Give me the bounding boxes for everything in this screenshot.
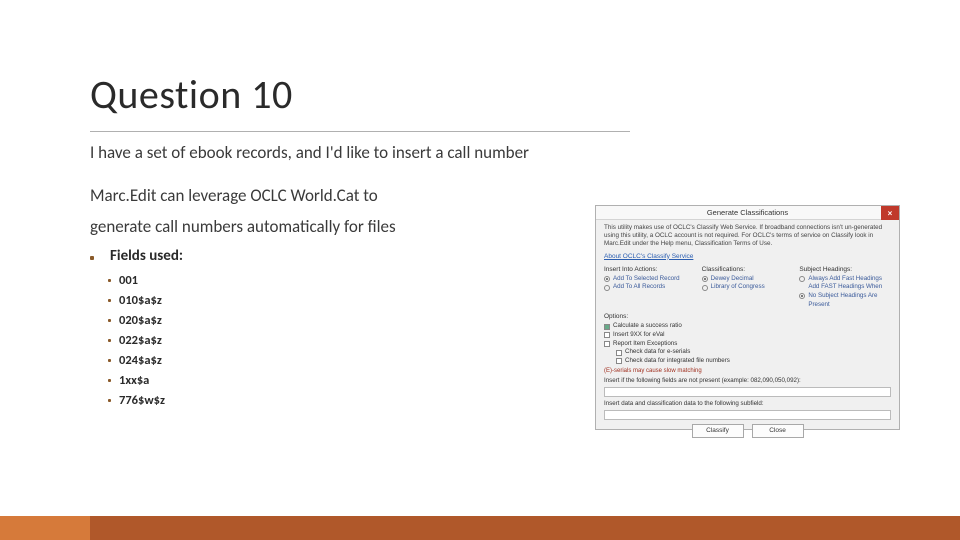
check-success-ratio[interactable]: Calculate a success ratio — [604, 322, 891, 331]
classifications-label: Classifications: — [702, 266, 794, 273]
check-integrated[interactable]: Check data for integrated file numbers — [616, 357, 891, 366]
title-divider — [90, 131, 630, 132]
insert-actions-label: Insert Into Actions: — [604, 266, 696, 273]
classify-dialog: Generate Classifications × This utility … — [595, 205, 900, 430]
subfield-input[interactable] — [604, 410, 891, 420]
bullet-icon — [108, 319, 111, 322]
close-button[interactable]: Close — [752, 424, 804, 438]
radio-loc[interactable]: Library of Congress — [702, 283, 794, 292]
dialog-warning: (E)-serials may cause slow matching — [604, 368, 891, 374]
dialog-title: Generate Classifications — [707, 208, 788, 217]
radio-add-selected[interactable]: Add To Selected Record — [604, 275, 696, 284]
bullet-icon — [108, 399, 111, 402]
close-icon[interactable]: × — [881, 206, 899, 220]
check-insert-9xx[interactable]: Insert 9XX for eVal — [604, 331, 891, 340]
body-line-1: Marc.Edit can leverage OCLC World.Cat to — [90, 185, 470, 208]
footer-bar — [0, 516, 960, 540]
note-subfield: Insert data and classification data to t… — [604, 400, 891, 407]
dialog-titlebar[interactable]: Generate Classifications × — [596, 206, 899, 220]
field-item-label: 024$a$z — [119, 351, 162, 371]
bullet-icon — [90, 256, 94, 260]
classify-button[interactable]: Classify — [692, 424, 744, 438]
field-item-label: 020$a$z — [119, 311, 162, 331]
bullet-icon — [108, 279, 111, 282]
bullet-icon — [108, 299, 111, 302]
options-label: Options: — [604, 313, 891, 320]
check-eserials[interactable]: Check data for e-serials — [616, 348, 891, 357]
body-line-2: generate call numbers automatically for … — [90, 216, 470, 239]
slide-subtitle: I have a set of ebook records, and I'd l… — [90, 142, 960, 163]
field-item-label: 022$a$z — [119, 331, 162, 351]
radio-add-all[interactable]: Add To All Records — [604, 283, 696, 292]
field-item-label: 010$a$z — [119, 291, 162, 311]
bullet-icon — [108, 379, 111, 382]
note-fields-not-present: Insert if the following fields are not p… — [604, 377, 891, 384]
fields-used-label: Fields used: — [110, 247, 183, 265]
field-item-label: 001 — [119, 271, 138, 291]
about-classify-link[interactable]: About OCLC's Classify Service — [604, 253, 891, 260]
slide-title: Question 10 — [90, 70, 960, 119]
dialog-description: This utility makes use of OCLC's Classif… — [604, 224, 891, 249]
subject-headings-label: Subject Headings: — [799, 266, 891, 273]
field-item-label: 1xx$a — [119, 371, 149, 391]
field-item-label: 776$w$z — [119, 391, 165, 411]
bullet-icon — [108, 359, 111, 362]
radio-always-fast[interactable]: Always Add Fast Headings — [799, 275, 891, 284]
bullet-icon — [108, 339, 111, 342]
radio-dewey[interactable]: Dewey Decimal — [702, 275, 794, 284]
radio-fast-when-none[interactable]: Add FAST Headings When No Subject Headin… — [799, 283, 891, 309]
check-report-exceptions[interactable]: Report Item Exceptions — [604, 340, 891, 349]
fields-not-present-input[interactable] — [604, 387, 891, 397]
